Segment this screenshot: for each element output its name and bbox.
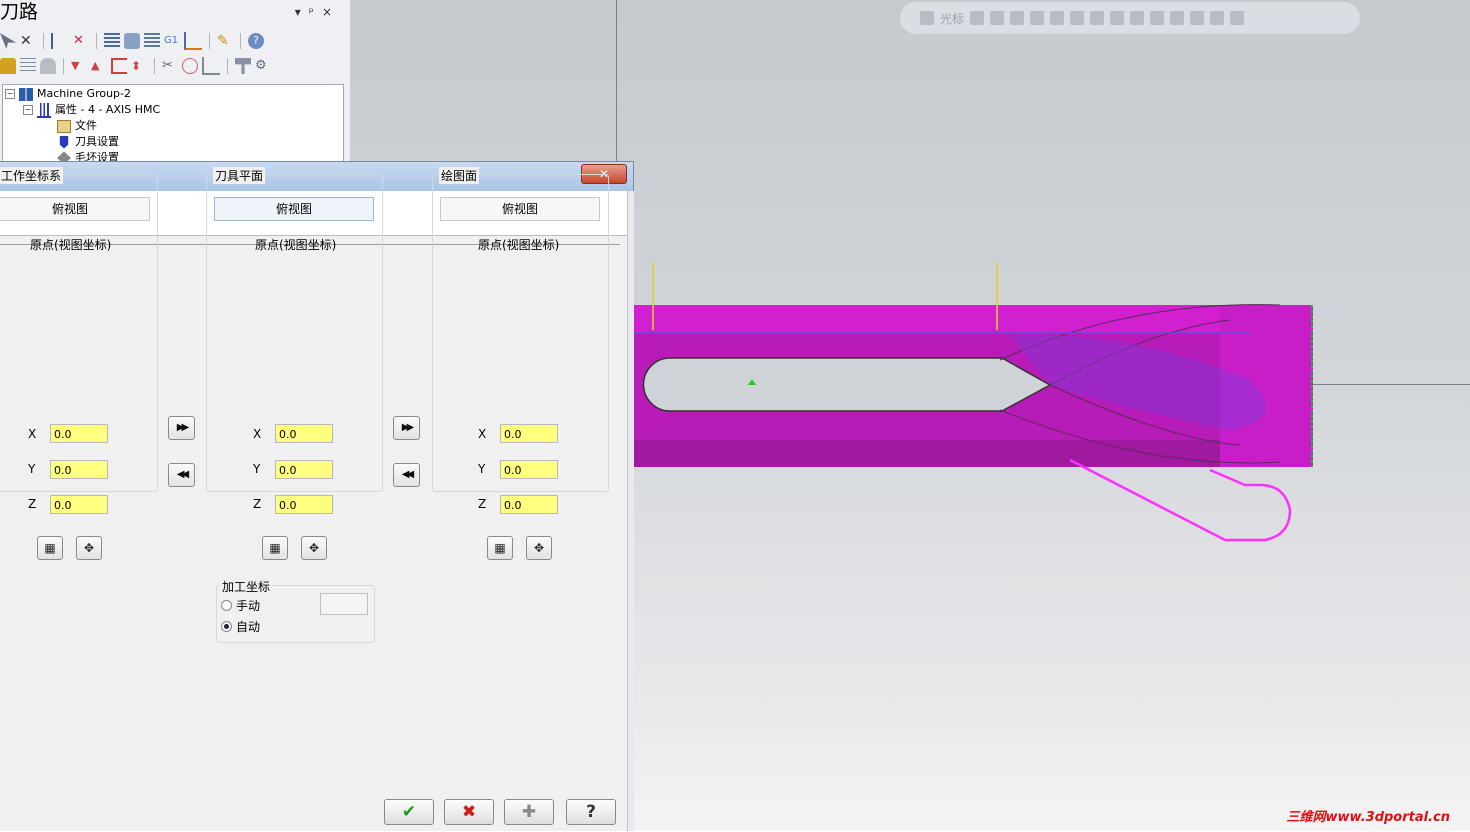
machine-coords-auto-row[interactable]: 自动	[221, 618, 260, 635]
wcs-calculator-button[interactable]: ▦	[37, 536, 63, 560]
wcs-z-field[interactable]: 0.0	[50, 495, 108, 514]
group-cplane-title: 绘图面	[439, 167, 480, 184]
wcs-y-label: Y	[28, 462, 36, 476]
auto-label: 自动	[236, 620, 261, 634]
auto-radio[interactable]	[221, 621, 232, 632]
calculator-icon: ▦	[269, 541, 281, 555]
tool-plane-z-label: Z	[253, 497, 262, 511]
group-tool-plane: 刀具平面	[206, 167, 383, 492]
tool-plane-y-field[interactable]: 0.0	[275, 460, 333, 479]
group-wcs-title: 工作坐标系	[0, 167, 64, 184]
watermark: 三维网www.3dportal.cn	[1286, 810, 1450, 825]
tool-plane-view-button[interactable]: 俯视图	[214, 197, 374, 221]
part-bottom-band	[633, 440, 1303, 467]
copy-tplane-to-cplane-button[interactable]: ▶▶	[393, 416, 420, 440]
tool-plane-calculator-button[interactable]: ▦	[262, 536, 288, 560]
cross-icon: ✖	[461, 802, 477, 822]
machine-coords-manual-row[interactable]: 手动	[221, 597, 260, 614]
move-origin-icon: ✥	[308, 541, 320, 555]
group-construction-plane: 绘图面	[432, 167, 609, 492]
clear-icon[interactable]	[1230, 11, 1245, 25]
cplane-z-field[interactable]: 0.0	[500, 495, 558, 514]
double-right-icon: ▶▶	[176, 422, 190, 433]
tool-plane-y-label: Y	[253, 462, 261, 476]
cplane-calculator-button[interactable]: ▦	[487, 536, 513, 560]
verify-icon[interactable]	[1190, 11, 1205, 25]
wcs-x-field[interactable]: 0.0	[50, 424, 108, 443]
copy-cplane-to-tplane-button[interactable]: ◀◀	[393, 463, 420, 487]
lock-icon[interactable]	[920, 11, 934, 25]
planes-dialog: ✕ 工作坐标系 俯视图 原点(视图坐标) X Y Z 0.0 0.0 0.0 ▦…	[0, 161, 634, 831]
wcs-z-label: Z	[28, 497, 37, 511]
snap-icon[interactable]	[970, 11, 985, 25]
tool-plane-select-origin-button[interactable]: ✥	[301, 536, 327, 560]
calculator-icon: ▦	[44, 541, 56, 555]
manual-label: 手动	[236, 599, 261, 613]
manual-coord-field[interactable]	[320, 593, 368, 615]
view-toolbar: 光标	[900, 2, 1360, 34]
wcs-origin-label: 原点(视图坐标)	[30, 238, 112, 252]
ok-button[interactable]: ✔	[384, 799, 434, 825]
help-button[interactable]: ?	[566, 799, 616, 825]
cursor-label[interactable]: 光标	[940, 10, 964, 27]
cplane-y-field[interactable]: 0.0	[500, 460, 558, 479]
checkmark-icon: ✔	[401, 802, 417, 822]
cplane-x-field[interactable]: 0.0	[500, 424, 558, 443]
window-select-icon[interactable]	[1130, 11, 1145, 25]
face-select-icon[interactable]	[1050, 11, 1065, 25]
cube-icon[interactable]	[1090, 11, 1105, 25]
wcs-y-field[interactable]: 0.0	[50, 460, 108, 479]
select-arrow-icon[interactable]	[1010, 11, 1025, 25]
double-right-icon: ▶▶	[401, 422, 415, 433]
cancel-button[interactable]: ✖	[444, 799, 494, 825]
cube-shaded-icon[interactable]	[1110, 11, 1125, 25]
machine-coords-title: 加工坐标	[220, 578, 273, 595]
slot-profile	[642, 357, 1052, 412]
cplane-view-button[interactable]: 俯视图	[440, 197, 600, 221]
body-select-icon[interactable]	[1070, 11, 1085, 25]
wcs-select-origin-button[interactable]: ✥	[76, 536, 102, 560]
move-origin-icon: ✥	[533, 541, 545, 555]
tool-plane-x-label: X	[253, 427, 262, 441]
copy-tplane-to-wcs-button[interactable]: ◀◀	[168, 463, 195, 487]
tool-plane-x-field[interactable]: 0.0	[275, 424, 333, 443]
planes-groups: 工作坐标系 俯视图 原点(视图坐标) X Y Z 0.0 0.0 0.0 ▦ ✥…	[0, 1, 634, 832]
mask-icon[interactable]	[1170, 11, 1185, 25]
solid-select-icon[interactable]	[1030, 11, 1045, 25]
copy-wcs-to-tplane-button[interactable]: ▶▶	[168, 416, 195, 440]
help-icon: ?	[586, 802, 596, 822]
double-left-icon: ◀◀	[176, 469, 190, 480]
wcs-view-button[interactable]: 俯视图	[0, 197, 150, 221]
cplane-z-label: Z	[478, 497, 487, 511]
manual-radio[interactable]	[221, 600, 232, 611]
toolpath-loop	[1069, 458, 1292, 542]
cplane-select-origin-button[interactable]: ✥	[526, 536, 552, 560]
wcs-x-label: X	[28, 427, 37, 441]
cplane-x-label: X	[478, 427, 487, 441]
tool-plane-z-field[interactable]: 0.0	[275, 495, 333, 514]
plus-icon: ✚	[521, 802, 537, 822]
cplane-y-label: Y	[478, 462, 486, 476]
part-top-band	[633, 305, 1303, 333]
apply-button[interactable]: ✚	[504, 799, 554, 825]
tool-plane-origin-label: 原点(视图坐标)	[255, 238, 337, 252]
cplane-origin-label: 原点(视图坐标)	[478, 238, 560, 252]
group-tool-plane-title: 刀具平面	[213, 167, 266, 184]
calculator-icon: ▦	[494, 541, 506, 555]
move-origin-icon: ✥	[83, 541, 95, 555]
gear-icon[interactable]	[990, 11, 1005, 25]
grid-select-icon[interactable]	[1150, 11, 1165, 25]
group-wcs: 工作坐标系	[0, 167, 158, 492]
rotate-icon[interactable]	[1210, 11, 1225, 25]
double-left-icon: ◀◀	[401, 469, 415, 480]
